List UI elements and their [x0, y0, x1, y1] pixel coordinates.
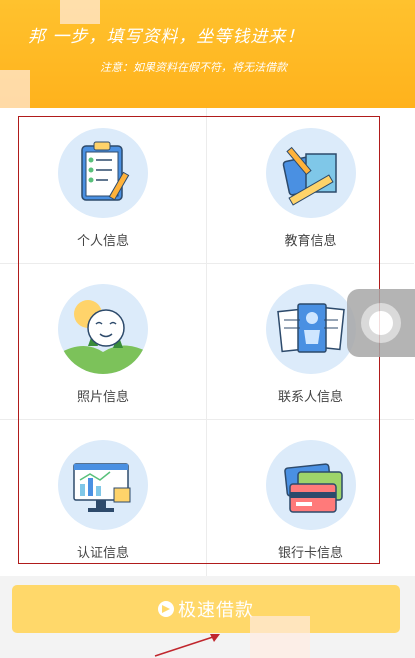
floating-assistive-button[interactable]	[347, 289, 415, 357]
arrow-circle-icon	[158, 601, 174, 617]
grid-item-personal-info[interactable]: 个人信息	[0, 108, 207, 264]
banner-title: 邦 一步，填写资料，坐等钱进来！	[28, 27, 305, 47]
bank-cards-icon	[265, 440, 356, 530]
grid-item-bank-card-info[interactable]: 银行卡信息	[207, 420, 414, 576]
books-ruler-icon	[265, 128, 356, 218]
clipboard-checklist-icon	[58, 128, 148, 218]
quick-loan-label: 极速借款	[178, 600, 254, 621]
grid-item-label: 教育信息	[284, 234, 337, 249]
smiling-face-sun-icon	[58, 284, 148, 374]
grid-item-label: 银行卡信息	[277, 546, 343, 561]
quick-loan-button[interactable]: 极速借款	[12, 585, 400, 633]
grid-item-label: 照片信息	[76, 390, 129, 405]
banner-note: 注意：如果资料在假不符，将无法借款	[100, 61, 287, 74]
blur-patch	[0, 70, 30, 108]
grid-item-education-info[interactable]: 教育信息	[207, 108, 414, 264]
grid-item-label: 个人信息	[76, 234, 129, 249]
red-pointer-arrow-icon	[154, 634, 220, 657]
grid-item-label: 联系人信息	[277, 390, 343, 405]
assistive-dot-icon	[369, 311, 393, 335]
grid-item-photo-info[interactable]: 照片信息	[0, 264, 207, 420]
grid-item-verification-info[interactable]: 认证信息	[0, 420, 207, 576]
monitor-chart-icon	[58, 440, 148, 530]
contact-cards-icon	[265, 284, 356, 374]
blur-patch	[250, 616, 310, 658]
blur-patch	[60, 0, 100, 24]
header-banner: 邦 一步，填写资料，坐等钱进来！ 注意：如果资料在假不符，将无法借款	[0, 0, 415, 108]
grid-item-label: 认证信息	[76, 546, 129, 561]
